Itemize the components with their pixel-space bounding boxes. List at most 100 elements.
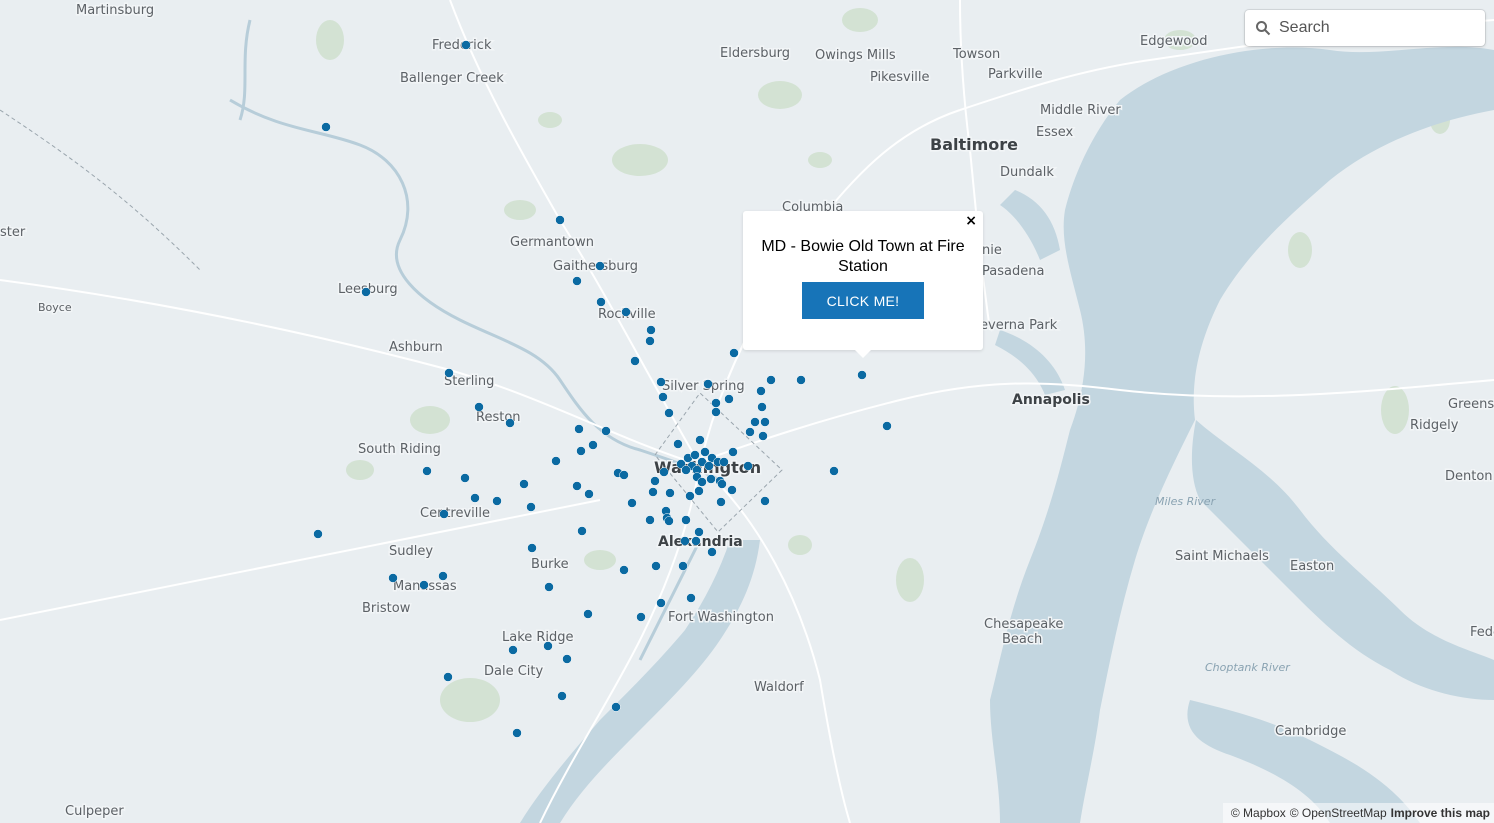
- location-marker[interactable]: [664, 408, 674, 418]
- popup-action-button[interactable]: CLICK ME!: [802, 282, 924, 319]
- location-marker[interactable]: [645, 515, 655, 525]
- location-marker[interactable]: [717, 479, 727, 489]
- location-marker[interactable]: [470, 493, 480, 503]
- location-marker[interactable]: [443, 672, 453, 682]
- location-marker[interactable]: [728, 447, 738, 457]
- location-marker[interactable]: [691, 536, 701, 546]
- location-marker[interactable]: [882, 421, 892, 431]
- location-marker[interactable]: [544, 582, 554, 592]
- location-marker[interactable]: [444, 368, 454, 378]
- location-marker[interactable]: [527, 543, 537, 553]
- location-marker[interactable]: [729, 348, 739, 358]
- attribution-mapbox-link[interactable]: © Mapbox: [1231, 806, 1286, 820]
- location-marker[interactable]: [555, 215, 565, 225]
- search-input[interactable]: [1279, 13, 1469, 43]
- location-marker[interactable]: [711, 398, 721, 408]
- location-marker[interactable]: [760, 417, 770, 427]
- location-marker[interactable]: [601, 426, 611, 436]
- location-marker[interactable]: [681, 515, 691, 525]
- location-marker[interactable]: [461, 40, 471, 50]
- location-marker[interactable]: [704, 461, 714, 471]
- location-marker[interactable]: [572, 481, 582, 491]
- location-marker[interactable]: [439, 509, 449, 519]
- location-marker[interactable]: [438, 571, 448, 581]
- location-marker[interactable]: [636, 612, 646, 622]
- location-marker[interactable]: [576, 446, 586, 456]
- location-marker[interactable]: [627, 498, 637, 508]
- location-marker[interactable]: [313, 529, 323, 539]
- location-marker[interactable]: [756, 386, 766, 396]
- location-marker[interactable]: [711, 407, 721, 417]
- location-marker[interactable]: [707, 547, 717, 557]
- location-marker[interactable]: [673, 439, 683, 449]
- location-marker[interactable]: [665, 488, 675, 498]
- location-marker[interactable]: [706, 474, 716, 484]
- location-marker[interactable]: [611, 702, 621, 712]
- location-marker[interactable]: [321, 122, 331, 132]
- map-canvas[interactable]: MartinsburgFrederickBallenger CreekElder…: [0, 0, 1494, 823]
- location-marker[interactable]: [695, 435, 705, 445]
- location-marker[interactable]: [658, 392, 668, 402]
- location-marker[interactable]: [703, 379, 713, 389]
- location-marker[interactable]: [543, 641, 553, 651]
- location-marker[interactable]: [694, 486, 704, 496]
- location-marker[interactable]: [656, 377, 666, 387]
- location-marker[interactable]: [645, 336, 655, 346]
- location-marker[interactable]: [757, 402, 767, 412]
- location-marker[interactable]: [474, 402, 484, 412]
- location-marker[interactable]: [519, 479, 529, 489]
- location-marker[interactable]: [716, 497, 726, 507]
- location-marker[interactable]: [388, 573, 398, 583]
- popup-close-button[interactable]: ×: [965, 213, 977, 229]
- location-marker[interactable]: [630, 356, 640, 366]
- location-marker[interactable]: [680, 536, 690, 546]
- location-marker[interactable]: [422, 466, 432, 476]
- location-marker[interactable]: [419, 580, 429, 590]
- location-marker[interactable]: [551, 456, 561, 466]
- location-marker[interactable]: [595, 261, 605, 271]
- location-marker[interactable]: [526, 502, 536, 512]
- location-marker[interactable]: [681, 465, 691, 475]
- location-marker[interactable]: [719, 457, 729, 467]
- location-marker[interactable]: [361, 287, 371, 297]
- location-marker[interactable]: [584, 489, 594, 499]
- location-marker[interactable]: [574, 424, 584, 434]
- location-marker[interactable]: [857, 370, 867, 380]
- location-marker[interactable]: [562, 654, 572, 664]
- location-marker[interactable]: [659, 467, 669, 477]
- location-marker[interactable]: [745, 427, 755, 437]
- location-marker[interactable]: [596, 297, 606, 307]
- location-marker[interactable]: [648, 487, 658, 497]
- location-marker[interactable]: [697, 477, 707, 487]
- location-marker[interactable]: [583, 609, 593, 619]
- location-marker[interactable]: [572, 276, 582, 286]
- location-marker[interactable]: [743, 461, 753, 471]
- location-marker[interactable]: [829, 466, 839, 476]
- location-marker[interactable]: [557, 691, 567, 701]
- location-marker[interactable]: [460, 473, 470, 483]
- location-marker[interactable]: [650, 476, 660, 486]
- location-marker[interactable]: [619, 565, 629, 575]
- location-marker[interactable]: [505, 418, 515, 428]
- location-marker[interactable]: [685, 491, 695, 501]
- location-marker[interactable]: [796, 375, 806, 385]
- improve-map-link[interactable]: Improve this map: [1391, 806, 1490, 820]
- location-marker[interactable]: [727, 485, 737, 495]
- location-marker[interactable]: [656, 598, 666, 608]
- location-marker[interactable]: [651, 561, 661, 571]
- search-box[interactable]: [1245, 10, 1485, 46]
- location-marker[interactable]: [646, 325, 656, 335]
- location-marker[interactable]: [588, 440, 598, 450]
- location-marker[interactable]: [758, 431, 768, 441]
- location-marker[interactable]: [700, 447, 710, 457]
- location-marker[interactable]: [694, 527, 704, 537]
- location-marker[interactable]: [678, 561, 688, 571]
- location-marker[interactable]: [760, 496, 770, 506]
- location-marker[interactable]: [619, 470, 629, 480]
- location-marker[interactable]: [686, 593, 696, 603]
- location-marker[interactable]: [724, 394, 734, 404]
- location-marker[interactable]: [512, 728, 522, 738]
- attribution-osm-link[interactable]: © OpenStreetMap: [1290, 806, 1387, 820]
- location-marker[interactable]: [508, 645, 518, 655]
- location-marker[interactable]: [577, 526, 587, 536]
